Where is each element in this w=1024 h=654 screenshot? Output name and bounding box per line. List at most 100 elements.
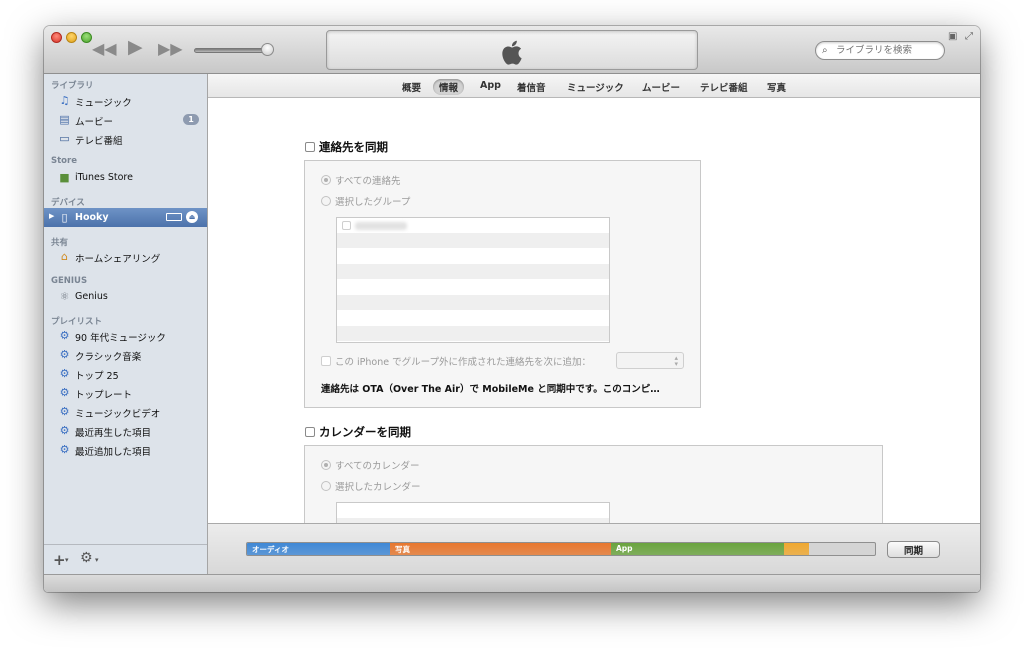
- all-calendars-radio[interactable]: [321, 460, 331, 470]
- search-input[interactable]: [836, 44, 940, 57]
- tab-photos[interactable]: 写真: [761, 79, 792, 95]
- sidebar-item-playlist-90s[interactable]: ⚙ 90 年代ミュージック: [44, 326, 207, 345]
- disclosure-triangle-icon[interactable]: ▶: [49, 212, 54, 220]
- gear-icon: ⚙: [59, 329, 70, 342]
- sidebar-item-label: 最近追加した項目: [75, 447, 152, 458]
- play-icon[interactable]: ▶: [128, 38, 143, 57]
- sidebar-heading-genius: GENIUS: [51, 276, 88, 286]
- sidebar-item-label: iTunes Store: [75, 172, 133, 183]
- status-bar: [44, 574, 980, 592]
- selected-groups-radio[interactable]: [321, 196, 331, 206]
- sync-contacts-title: 連絡先を同期: [319, 140, 388, 154]
- add-to-group-popup[interactable]: ▴ ▾: [616, 352, 684, 369]
- eject-icon[interactable]: ⏏: [186, 211, 198, 223]
- sync-button[interactable]: 同期: [887, 541, 940, 558]
- next-track-icon[interactable]: ▶▶: [158, 41, 183, 57]
- tv-icon: ▭: [59, 132, 70, 145]
- sidebar-item-playlist-classical[interactable]: ⚙ クラシック音楽: [44, 345, 207, 364]
- iphone-icon: ▯: [61, 211, 68, 224]
- sidebar-item-playlist-recently-added[interactable]: ⚙ 最近追加した項目: [44, 440, 207, 459]
- capacity-segment: App: [611, 543, 784, 555]
- sidebar-item-hooky[interactable]: ▶ ▯ Hooky ⏏: [44, 208, 207, 227]
- tab-summary[interactable]: 概要: [396, 79, 427, 95]
- store-bag-icon: ■: [59, 171, 70, 184]
- capacity-segment: オーディオ: [247, 543, 390, 555]
- toolbar: ◀◀ ▶ ▶▶ ⌕ ▣ ⤢: [44, 26, 980, 74]
- gear-icon[interactable]: ⚙: [80, 550, 93, 566]
- capacity-bar-area: オーディオ 写真 App 同期: [208, 523, 980, 574]
- genius-atom-icon: ⚛: [59, 290, 70, 303]
- blurred-group-name: [355, 222, 407, 230]
- status-display: [326, 30, 698, 70]
- tab-tv-shows[interactable]: テレビ番組: [694, 79, 754, 95]
- zoom-window-button[interactable]: [81, 32, 92, 43]
- movies-count-badge: 1: [183, 114, 199, 125]
- selected-calendars-label: 選択したカレンダー: [335, 482, 421, 493]
- capacity-bar: オーディオ 写真 App: [246, 542, 876, 556]
- sidebar-item-itunes-store[interactable]: ■ iTunes Store: [44, 168, 207, 187]
- sidebar-footer: + ▾ ⚙ ▾: [44, 544, 207, 574]
- all-calendars-label: すべてのカレンダー: [335, 461, 420, 472]
- gear-icon: ⚙: [59, 348, 70, 361]
- gear-icon: ⚙: [59, 424, 70, 437]
- list-row-stripe: [337, 326, 609, 341]
- all-contacts-radio[interactable]: [321, 175, 331, 185]
- all-contacts-label: すべての連絡先: [335, 176, 401, 187]
- contacts-options-group: すべての連絡先 選択したグループ この iPhone でグループ外に作成された連…: [304, 160, 701, 408]
- library-search[interactable]: ⌕: [815, 41, 945, 60]
- minimize-window-button[interactable]: [66, 32, 77, 43]
- volume-slider-knob[interactable]: [261, 43, 274, 56]
- sync-calendars-title: カレンダーを同期: [319, 425, 411, 439]
- itunes-window: ◀◀ ▶ ▶▶ ⌕ ▣ ⤢ ライブラリ ♫ ミュージック ▤ ムービー 1 ▭: [44, 26, 980, 592]
- sidebar-item-tv-shows[interactable]: ▭ テレビ番組: [44, 129, 207, 148]
- previous-track-icon[interactable]: ◀◀: [92, 41, 117, 57]
- sync-calendars-checkbox[interactable]: [305, 427, 315, 437]
- tab-ringtones[interactable]: 着信音: [511, 79, 552, 95]
- tab-music[interactable]: ミュージック: [561, 79, 630, 95]
- chevron-down-icon: ▾: [65, 556, 69, 564]
- calendars-options-group: すべてのカレンダー 選択したカレンダー: [304, 445, 883, 523]
- tab-apps[interactable]: App: [474, 79, 507, 92]
- sidebar-item-movies[interactable]: ▤ ムービー 1: [44, 110, 207, 129]
- fullscreen-icon[interactable]: ⤢: [965, 31, 973, 42]
- sync-contacts-checkbox[interactable]: [305, 142, 315, 152]
- battery-icon: [166, 213, 182, 221]
- gear-icon: ⚙: [59, 386, 70, 399]
- sidebar-heading-store: Store: [51, 156, 77, 166]
- close-window-button[interactable]: [51, 32, 62, 43]
- selected-calendars-radio[interactable]: [321, 481, 331, 491]
- sidebar-item-label: Hooky: [75, 212, 109, 223]
- miniplayer-icon[interactable]: ▣: [948, 31, 957, 42]
- sidebar-item-label: トップレート: [75, 390, 133, 401]
- music-note-icon: ♫: [59, 94, 70, 107]
- sidebar-item-label: トップ 25: [75, 371, 119, 382]
- sidebar-item-label: Genius: [75, 291, 108, 302]
- sidebar-item-playlist-music-videos[interactable]: ⚙ ミュージックビデオ: [44, 402, 207, 421]
- film-icon: ▤: [59, 113, 70, 126]
- sidebar-item-playlist-top25[interactable]: ⚙ トップ 25: [44, 364, 207, 383]
- sidebar-item-playlist-top-rated[interactable]: ⚙ トップレート: [44, 383, 207, 402]
- add-playlist-icon[interactable]: +: [53, 551, 66, 569]
- capacity-segment-label: オーディオ: [252, 545, 289, 554]
- tab-info[interactable]: 情報: [433, 79, 465, 95]
- list-row-stripe: [337, 233, 609, 248]
- calendars-list[interactable]: [336, 502, 610, 523]
- tab-movies[interactable]: ムービー: [636, 79, 686, 95]
- group-checkbox[interactable]: [342, 221, 351, 230]
- sidebar-item-genius[interactable]: ⚛ Genius: [44, 287, 207, 306]
- chevron-down-icon: ▾: [95, 556, 99, 564]
- sidebar-item-playlist-recently-played[interactable]: ⚙ 最近再生した項目: [44, 421, 207, 440]
- sidebar-item-label: 最近再生した項目: [75, 428, 152, 439]
- add-outside-contacts-checkbox[interactable]: [321, 356, 331, 366]
- sidebar-item-home-sharing[interactable]: ⌂ ホームシェアリング: [44, 247, 207, 266]
- add-outside-contacts-label: この iPhone でグループ外に作成された連絡先を次に追加：: [335, 357, 592, 368]
- mobileme-sync-note: 連絡先は OTA（Over The Air）で MobileMe と同期中です。…: [321, 384, 660, 395]
- capacity-segment-label: 写真: [395, 545, 410, 554]
- sidebar-item-label: テレビ番組: [75, 136, 123, 147]
- volume-slider-track[interactable]: [194, 48, 268, 53]
- sidebar-item-label: ホームシェアリング: [75, 254, 161, 265]
- sidebar-item-label: クラシック音楽: [75, 352, 142, 363]
- sidebar-item-music[interactable]: ♫ ミュージック: [44, 91, 207, 110]
- contact-groups-list[interactable]: [336, 217, 610, 343]
- gear-icon: ⚙: [59, 367, 70, 380]
